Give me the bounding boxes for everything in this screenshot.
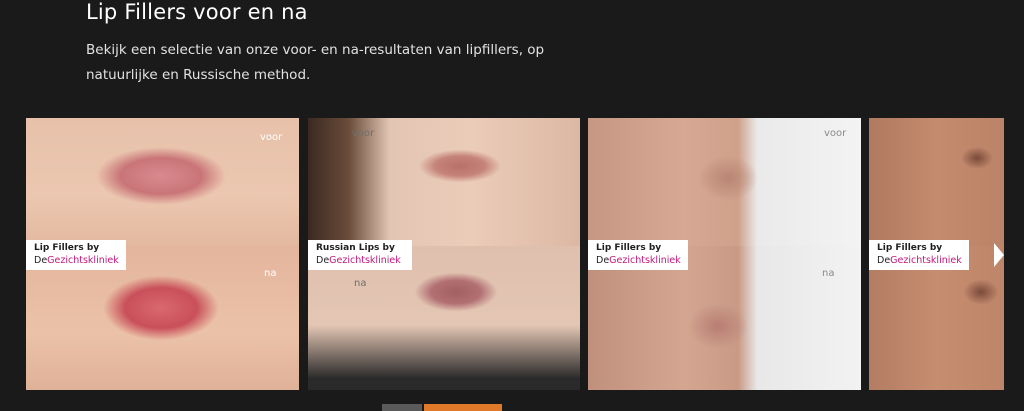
badge-brand: DeGezichtskliniek — [34, 255, 119, 266]
after-label: na — [822, 268, 835, 279]
badge-title: Lip Fillers by — [34, 243, 100, 253]
section-description: Bekijk een selectie van onze voor- en na… — [86, 42, 545, 83]
before-label: voor — [352, 128, 375, 139]
next-arrow-icon[interactable] — [994, 243, 1004, 267]
badge-brand: DeGezichtskliniek — [596, 255, 681, 266]
badge-title: Russian Lips by — [316, 243, 395, 253]
before-photo — [26, 118, 299, 246]
after-label: na — [264, 268, 277, 279]
badge-brand: DeGezichtskliniek — [877, 255, 962, 266]
before-label: voor — [824, 128, 847, 139]
before-photo — [308, 118, 580, 246]
before-label: voor — [260, 132, 283, 143]
badge-title: Lip Fillers by — [596, 243, 662, 253]
badge-title: Lip Fillers by — [877, 243, 943, 253]
before-after-gallery: voor na Lip Fillers by DeGezichtskliniek… — [26, 118, 1004, 390]
section-title: Lip Fillers voor en na — [86, 0, 308, 24]
gallery-item-1[interactable]: voor na Lip Fillers by DeGezichtskliniek — [26, 118, 299, 390]
bottom-accent-strip-orange — [424, 404, 502, 411]
after-label: na — [354, 278, 367, 289]
gallery-item-3[interactable]: voor na Lip Fillers by DeGezichtskliniek — [588, 118, 861, 390]
gallery-item-4[interactable]: Lip Fillers by DeGezichtskliniek — [869, 118, 1004, 390]
clinic-badge: Lip Fillers by DeGezichtskliniek — [26, 240, 126, 270]
gallery-item-2[interactable]: voor na Russian Lips by DeGezichtsklinie… — [308, 118, 580, 390]
clinic-badge: Russian Lips by DeGezichtskliniek — [308, 240, 412, 270]
clinic-badge: Lip Fillers by DeGezichtskliniek — [588, 240, 688, 270]
clinic-badge: Lip Fillers by DeGezichtskliniek — [869, 240, 969, 270]
bottom-accent-strip — [382, 404, 422, 411]
before-photo — [869, 118, 1004, 246]
before-photo — [588, 118, 861, 246]
badge-brand: DeGezichtskliniek — [316, 255, 401, 266]
